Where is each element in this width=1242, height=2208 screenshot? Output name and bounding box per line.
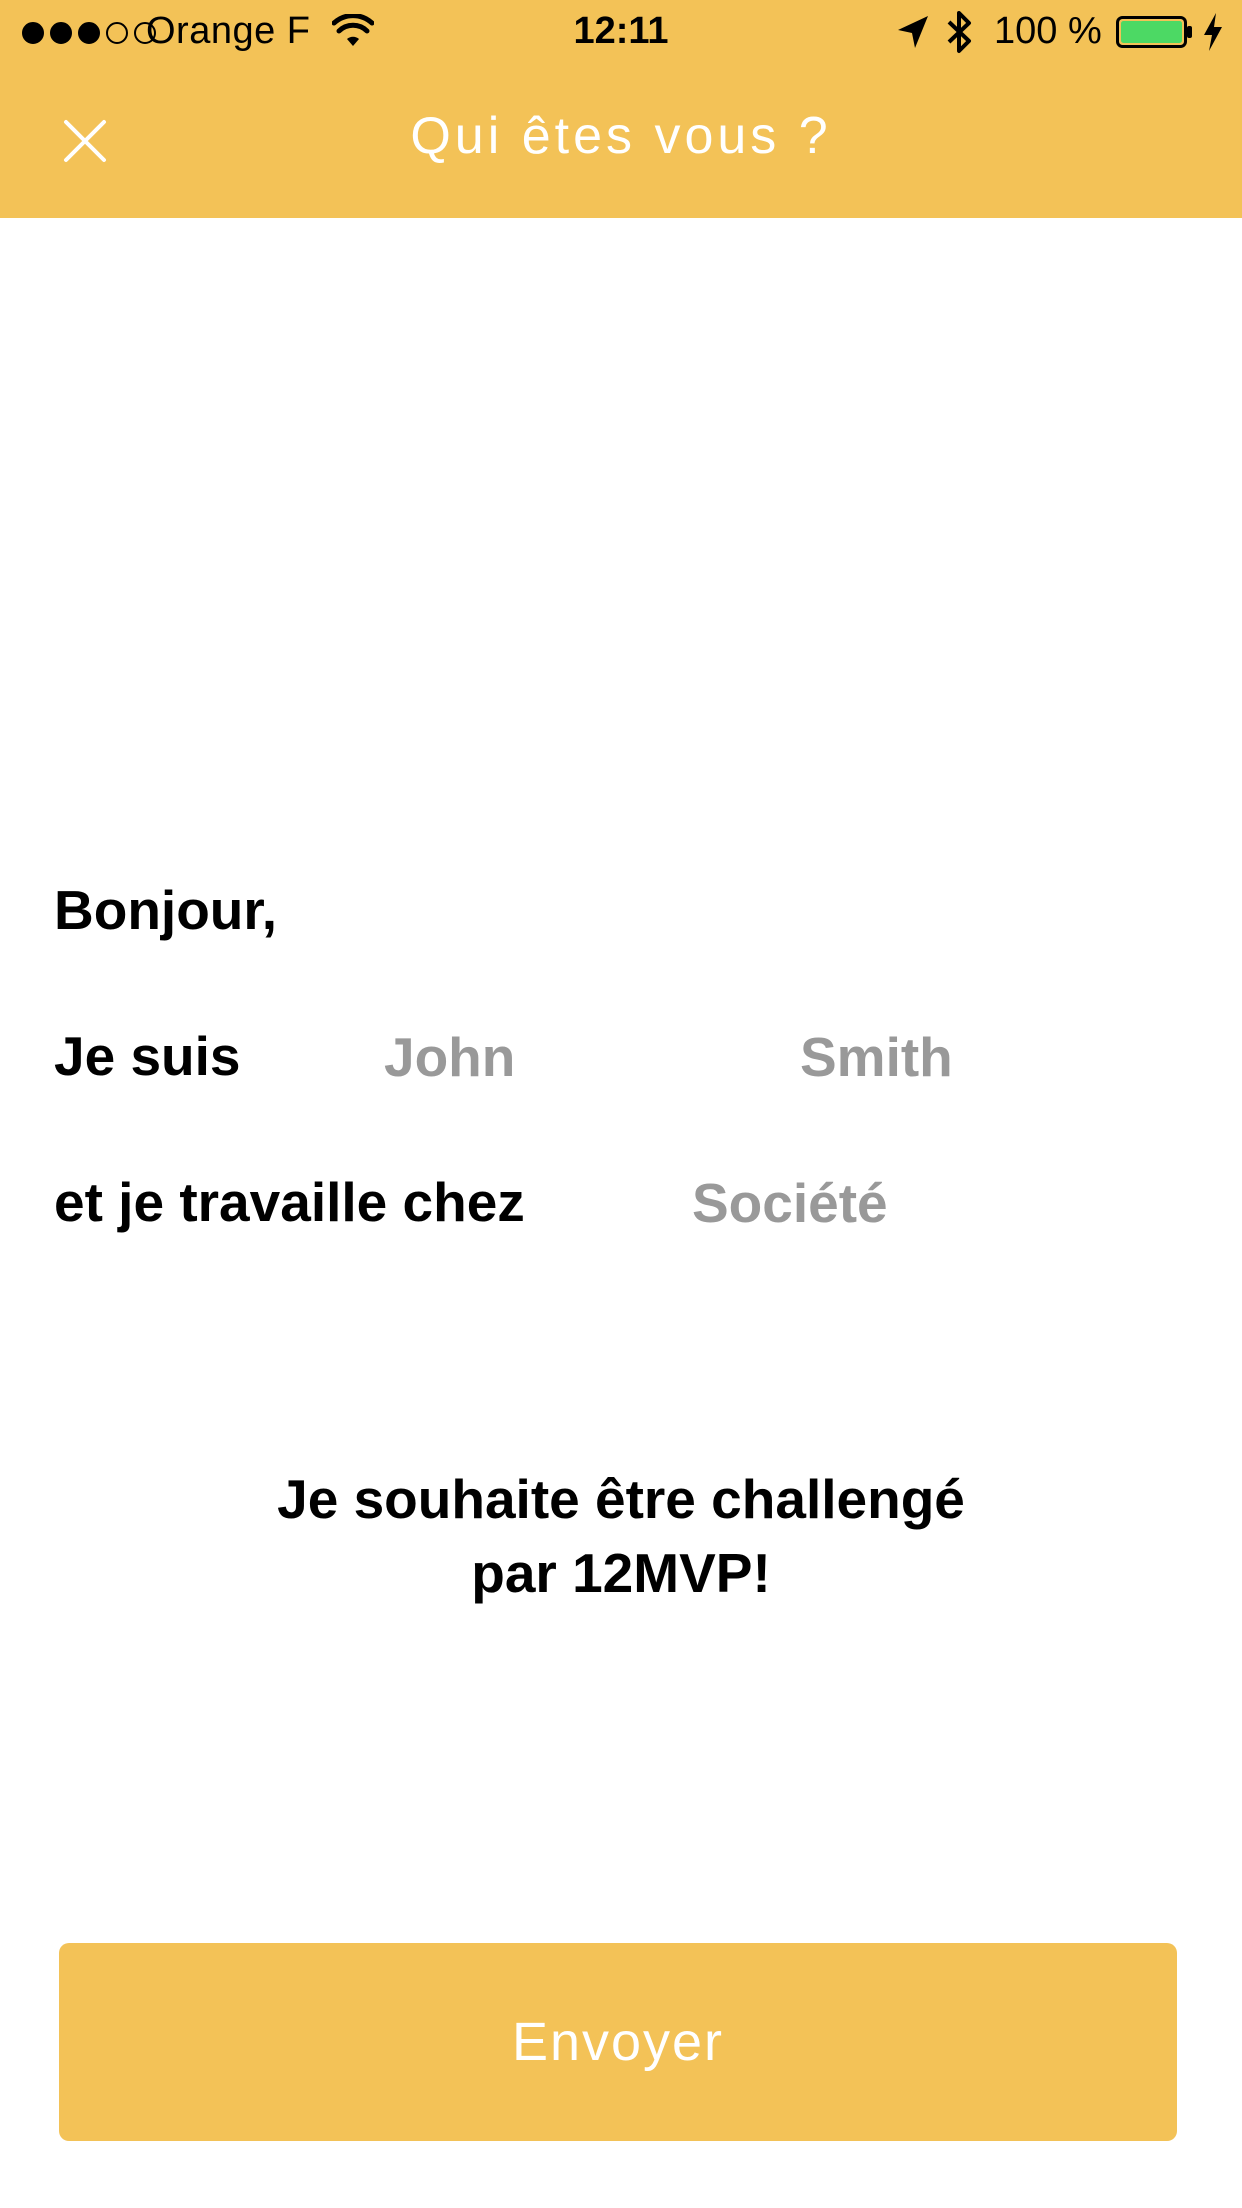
bluetooth-icon (947, 11, 971, 53)
greeting-text: Bonjour, (54, 879, 278, 941)
location-arrow-icon (898, 16, 928, 48)
send-button[interactable]: Envoyer (59, 1943, 1177, 2141)
page-title: Qui êtes vous ? (410, 107, 832, 165)
je-suis-label: Je suis (54, 1025, 241, 1087)
company-input[interactable] (692, 1163, 1152, 1243)
tagline-line-1: Je souhaite être challengé (277, 1468, 965, 1530)
first-name-input[interactable] (384, 1017, 724, 1097)
tagline-line-2: par 12MVP! (471, 1542, 771, 1604)
header: Orange F 12:11 100 % Qui êtes vous ? (0, 0, 1242, 218)
battery-icon (1116, 16, 1192, 48)
battery-percent: 100 % (994, 10, 1102, 52)
status-bar: Orange F 12:11 100 % (0, 0, 1242, 66)
last-name-input[interactable] (800, 1017, 1180, 1097)
screen: Orange F 12:11 100 % Qui êtes vous ? Bon… (0, 0, 1242, 2208)
charging-bolt-icon (1204, 13, 1222, 51)
work-label: et je travaille chez (54, 1171, 525, 1233)
tagline: Je souhaite être challengé par 12MVP! (0, 1462, 1242, 1610)
